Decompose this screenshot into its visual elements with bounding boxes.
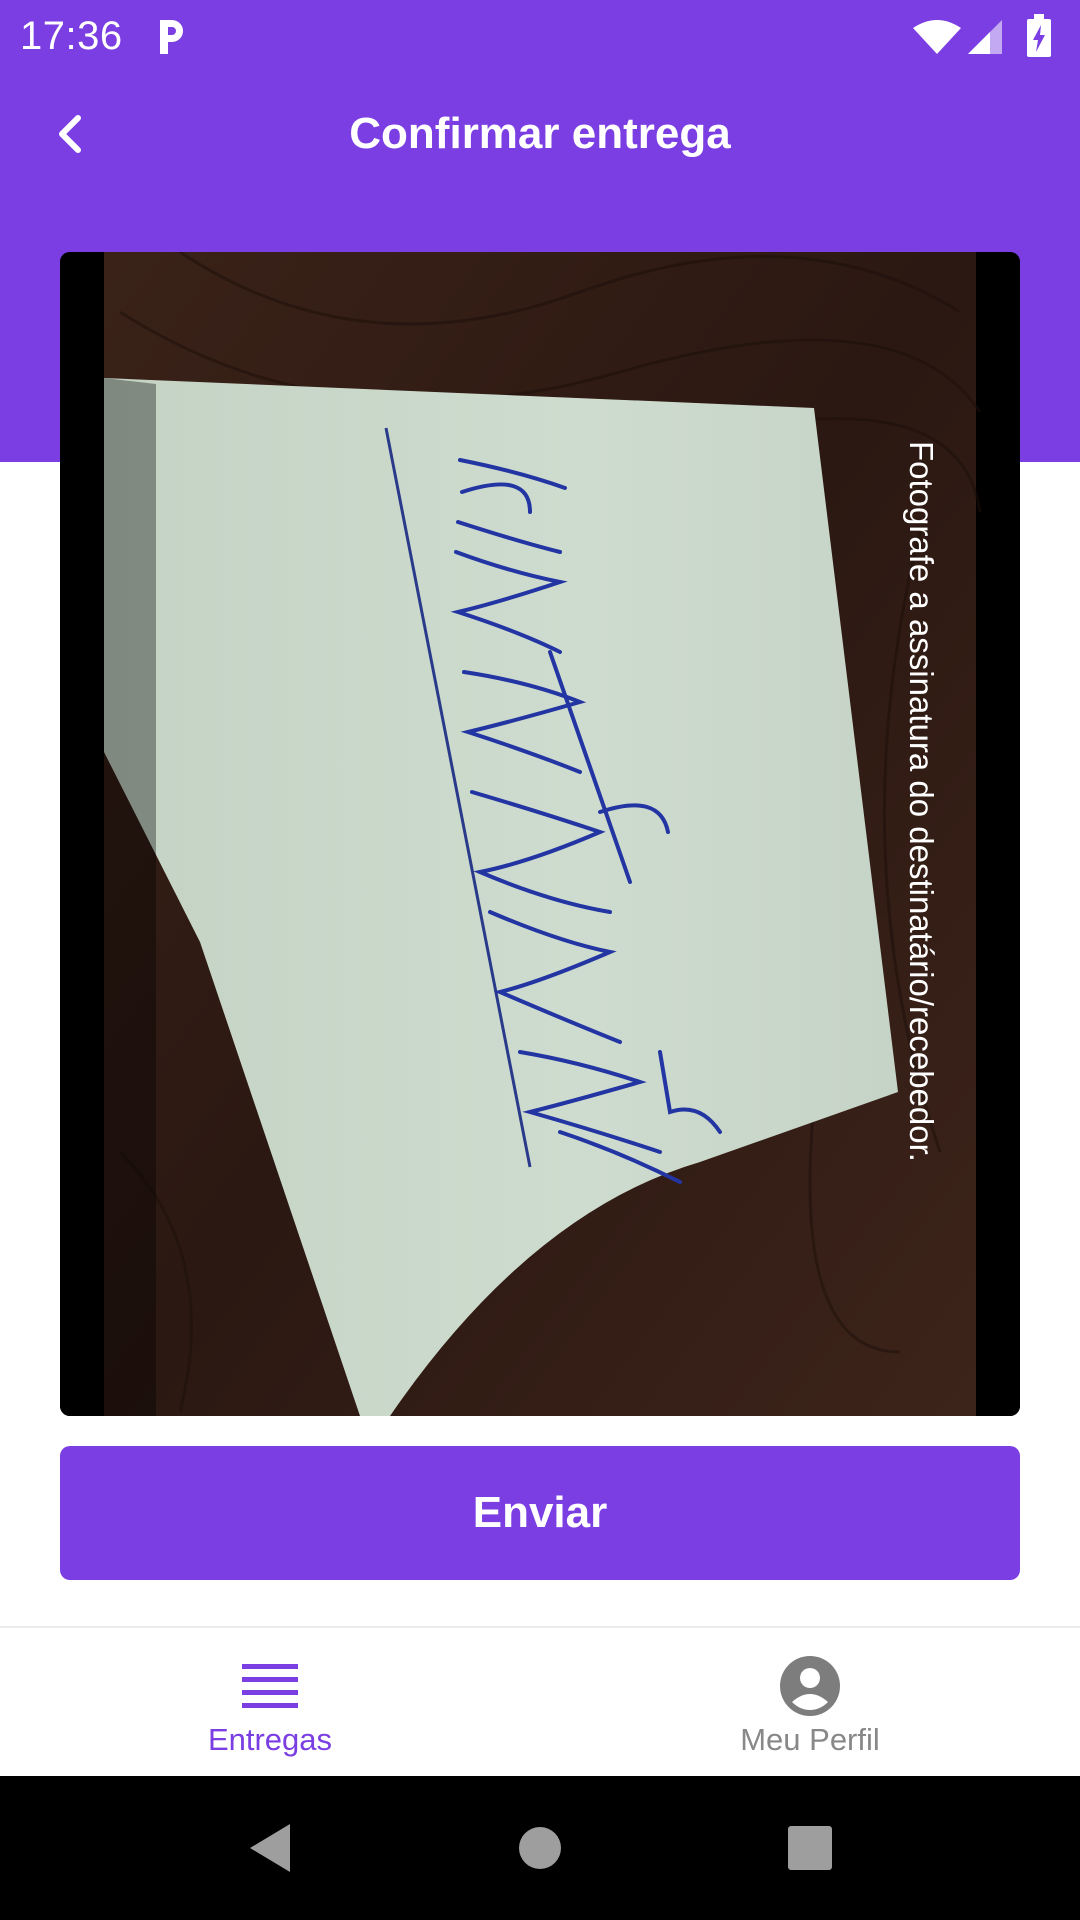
account-circle-icon: [778, 1654, 842, 1718]
list-icon: [238, 1654, 302, 1718]
system-back-button[interactable]: [234, 1812, 306, 1884]
status-time: 17:36: [20, 14, 123, 58]
photo-caption: Fotografe a assinatura do destinatário/r…: [903, 441, 940, 1162]
signal-icon: [968, 20, 1002, 54]
nav-label-entregas: Entregas: [207, 1722, 333, 1757]
system-navigation-bar: [0, 1776, 1080, 1920]
wifi-icon: [913, 20, 961, 54]
signature-photo: [60, 252, 1020, 1416]
recents-square-icon: [788, 1826, 832, 1870]
system-home-button[interactable]: [504, 1812, 576, 1884]
back-triangle-icon: [250, 1824, 290, 1872]
confirm-delivery-screen: 17:36 Confirmar entrega Fotografe a assi…: [0, 0, 1080, 1920]
signature-photo-image: [60, 252, 1020, 1416]
chevron-left-icon: [59, 115, 81, 153]
system-recents-button[interactable]: [774, 1812, 846, 1884]
back-button[interactable]: [40, 100, 100, 168]
nav-item-meu-perfil[interactable]: Meu Perfil: [540, 1628, 1080, 1778]
battery-charging-icon: [1027, 14, 1051, 57]
bottom-navigation: Entregas Meu Perfil: [0, 1626, 1080, 1776]
app-bar: Confirmar entrega: [0, 84, 1080, 184]
page-title: Confirmar entrega: [349, 109, 731, 158]
status-bar: 17:36: [0, 0, 1080, 74]
nav-item-entregas[interactable]: Entregas: [0, 1628, 540, 1778]
home-circle-icon: [519, 1827, 561, 1869]
nav-label-meu-perfil: Meu Perfil: [740, 1722, 880, 1757]
app-p-icon: [160, 20, 183, 54]
send-button[interactable]: Enviar: [60, 1446, 1020, 1580]
